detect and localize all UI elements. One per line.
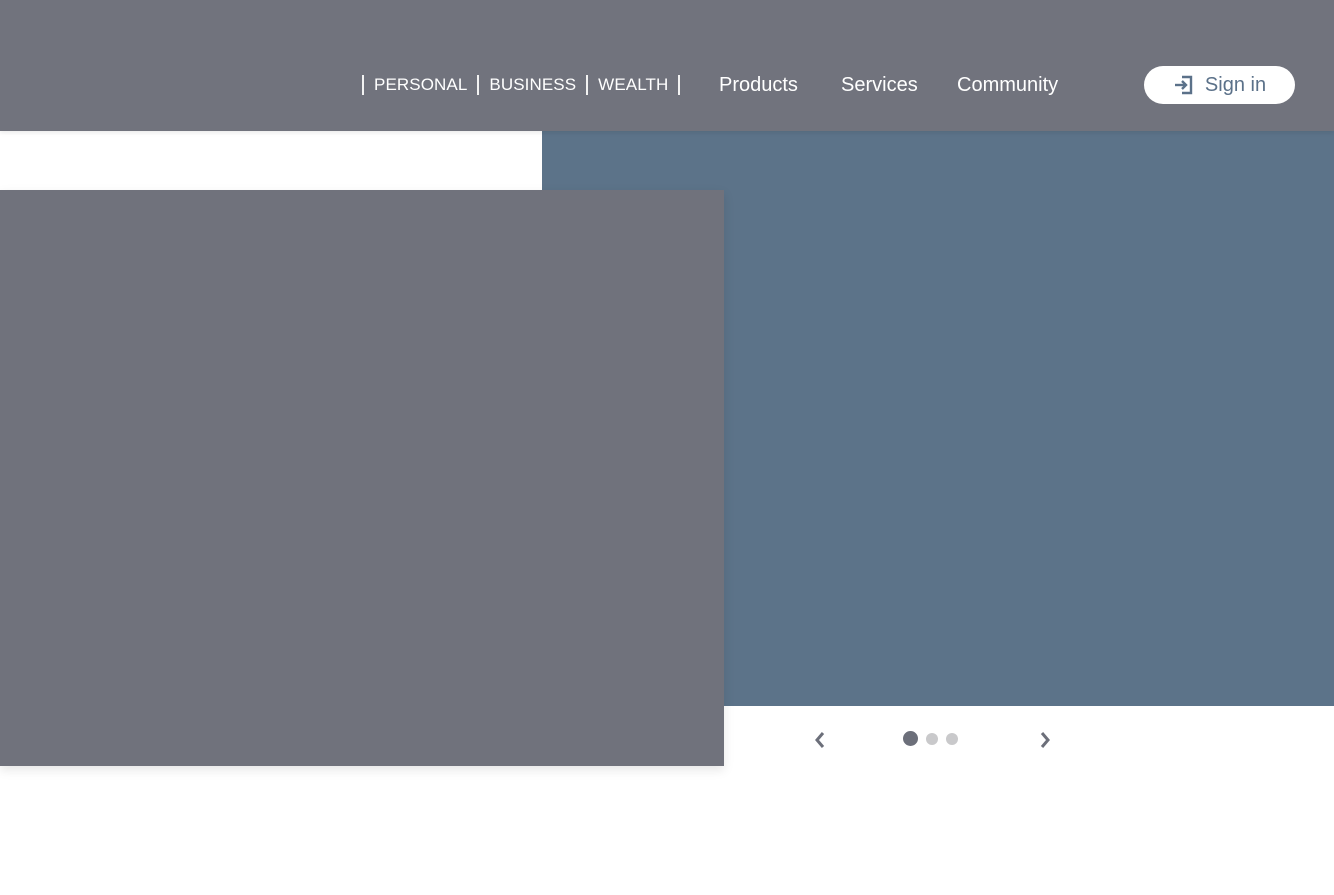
carousel-next-button[interactable]: [1035, 730, 1055, 750]
carousel-dot-3[interactable]: [946, 732, 958, 745]
carousel-controls: [724, 706, 1334, 766]
hero-text-area: [0, 131, 542, 190]
segment-wealth[interactable]: WEALTH: [598, 75, 668, 95]
nav-products[interactable]: Products: [719, 74, 798, 97]
sign-in-icon: [1174, 75, 1193, 95]
nav-divider: [678, 75, 681, 95]
nav-divider: [362, 75, 364, 95]
segment-personal[interactable]: PERSONAL: [374, 75, 467, 95]
carousel-indicators: [903, 731, 966, 746]
nav-divider: [586, 75, 589, 95]
carousel-dot-1[interactable]: [903, 731, 918, 746]
segment-business[interactable]: BUSINESS: [489, 75, 576, 95]
hero-image-placeholder: [0, 190, 724, 766]
chevron-left-icon: [815, 732, 825, 748]
sign-in-label: Sign in: [1204, 73, 1267, 96]
carousel-prev-button[interactable]: [810, 730, 830, 750]
nav-services[interactable]: Services: [841, 74, 918, 97]
carousel-dot-2[interactable]: [926, 732, 938, 745]
nav-community[interactable]: Community: [957, 74, 1058, 97]
site-header: PERSONAL BUSINESS WEALTH Products Servic…: [0, 0, 1334, 131]
chevron-right-icon: [1040, 732, 1050, 748]
sign-in-button[interactable]: Sign in: [1144, 66, 1295, 104]
nav-divider: [477, 75, 480, 95]
segment-nav: PERSONAL BUSINESS WEALTH: [352, 70, 690, 100]
